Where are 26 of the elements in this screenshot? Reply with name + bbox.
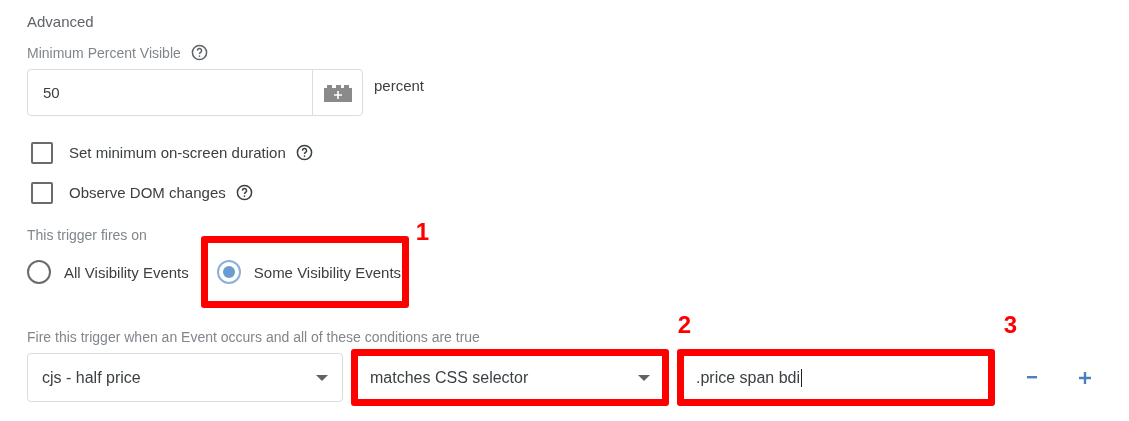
dropdown[interactable]: cjs - half price [27, 353, 343, 402]
help-icon[interactable] [235, 184, 253, 201]
radio-label[interactable]: All Visibility Events [64, 263, 189, 281]
checkbox-label[interactable]: Observe DOM changes [69, 184, 226, 201]
callout-number: 2 [677, 311, 691, 339]
radio-button[interactable] [216, 260, 241, 284]
field-label: Minimum Percent Visible [27, 44, 181, 61]
callout-number: 3 [1003, 311, 1017, 339]
section-label: This trigger fires on [27, 227, 147, 243]
help-icon[interactable] [295, 144, 313, 161]
brick-plus-icon [323, 83, 352, 102]
checkbox-label[interactable]: Set minimum on-screen duration [69, 144, 286, 161]
radio-label[interactable]: Some Visibility Events [253, 263, 402, 281]
conditions-label: Fire this trigger when an Event occurs and all of these conditions are true [27, 329, 480, 345]
help-icon[interactable] [190, 44, 208, 61]
plus-icon [1079, 371, 1091, 384]
callout-number: 1 [415, 218, 430, 246]
dropdown-arrow-icon [638, 374, 650, 381]
checkbox[interactable] [31, 141, 53, 164]
checkbox[interactable] [31, 181, 53, 204]
dropdown-arrow-icon [316, 374, 328, 381]
unit-label: percent [374, 77, 425, 94]
radio-button[interactable] [27, 260, 51, 284]
section-title: Advanced [27, 13, 95, 32]
percent-input-field[interactable]: 50 [27, 69, 363, 116]
minus-icon [1027, 376, 1037, 379]
